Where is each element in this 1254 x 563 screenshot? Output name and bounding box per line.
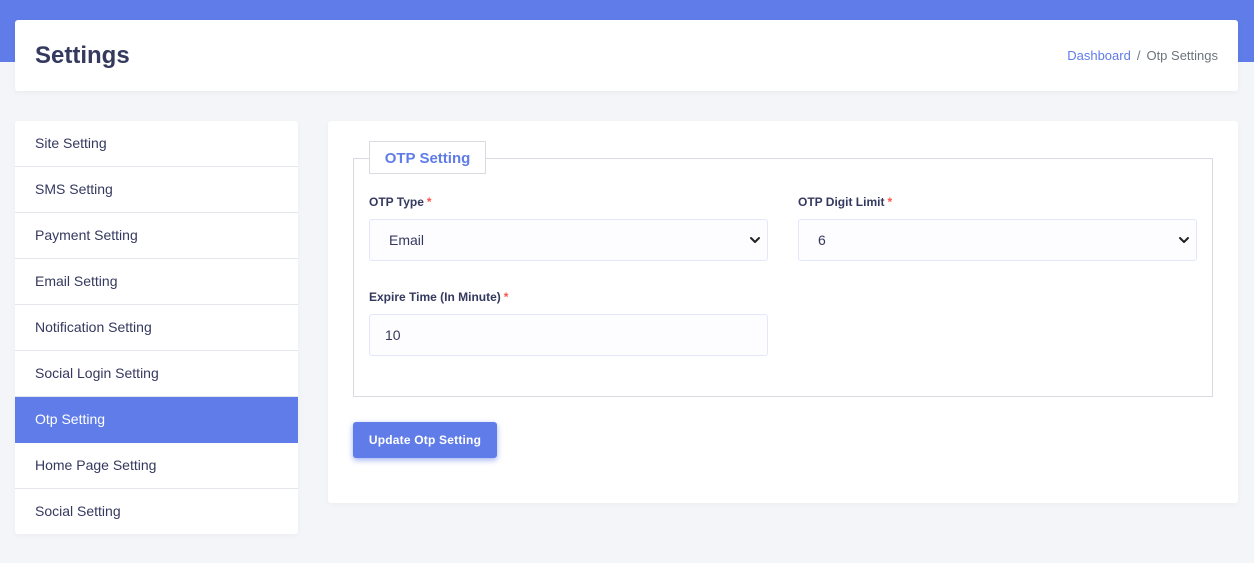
otp-digit-limit-select[interactable]: 6 xyxy=(798,219,1197,261)
sidebar-item-email-setting[interactable]: Email Setting xyxy=(15,259,298,305)
page-header: Settings Dashboard / Otp Settings xyxy=(15,20,1238,91)
fieldset-legend: OTP Setting xyxy=(369,141,486,174)
required-marker: * xyxy=(503,290,509,304)
breadcrumb-dashboard-link[interactable]: Dashboard xyxy=(1067,48,1131,63)
required-marker: * xyxy=(887,195,893,209)
sidebar-item-site-setting[interactable]: Site Setting xyxy=(15,121,298,167)
sidebar-item-social-setting[interactable]: Social Setting xyxy=(15,489,298,534)
otp-type-value: Email xyxy=(389,232,425,248)
otp-type-select[interactable]: Email xyxy=(369,219,768,261)
breadcrumb: Dashboard / Otp Settings xyxy=(1067,48,1218,64)
expire-time-label: Expire Time (In Minute) * xyxy=(369,290,509,304)
expire-time-value: 10 xyxy=(385,327,401,343)
update-otp-setting-button[interactable]: Update Otp Setting xyxy=(353,422,497,458)
otp-type-label: OTP Type * xyxy=(369,195,432,209)
sidebar-item-home-page-setting[interactable]: Home Page Setting xyxy=(15,443,298,489)
chevron-down-icon xyxy=(750,237,760,243)
sidebar-item-social-login-setting[interactable]: Social Login Setting xyxy=(15,351,298,397)
required-marker: * xyxy=(426,195,432,209)
otp-settings-card: OTP Type * Email OTP Digit Limit * 6 Expir… xyxy=(328,121,1238,503)
otp-digit-limit-value: 6 xyxy=(818,232,826,248)
breadcrumb-separator: / xyxy=(1136,48,1141,63)
sidebar-item-payment-setting[interactable]: Payment Setting xyxy=(15,213,298,259)
chevron-down-icon xyxy=(1179,237,1189,243)
otp-setting-fieldset: OTP Type * Email OTP Digit Limit * 6 Expir… xyxy=(353,158,1213,397)
page-title: Settings xyxy=(35,42,130,69)
sidebar-item-otp-setting[interactable]: Otp Setting xyxy=(15,397,298,443)
sidebar-item-sms-setting[interactable]: SMS Setting xyxy=(15,167,298,213)
breadcrumb-current: Otp Settings xyxy=(1146,48,1218,63)
settings-sidebar: Site Setting SMS Setting Payment Setting… xyxy=(15,121,298,534)
expire-time-input[interactable]: 10 xyxy=(369,314,768,356)
sidebar-item-notification-setting[interactable]: Notification Setting xyxy=(15,305,298,351)
otp-digit-limit-label: OTP Digit Limit * xyxy=(798,195,893,209)
